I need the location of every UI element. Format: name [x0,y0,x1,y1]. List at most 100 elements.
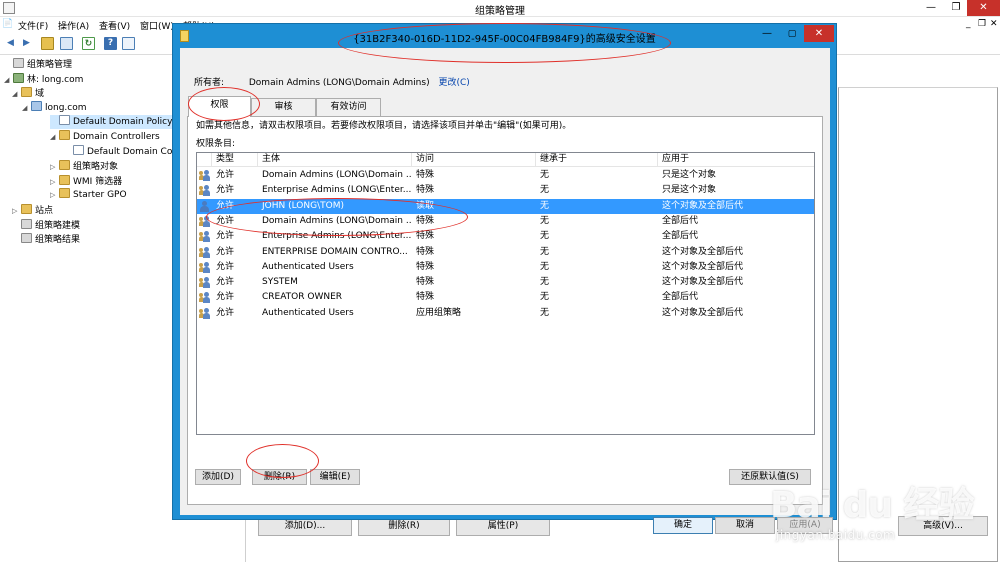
group-icon [199,261,211,273]
bg-advanced-button[interactable]: 高级(V)... [898,516,988,536]
cell-applies: 这个对象及全部后代 [662,246,744,257]
restore-defaults-button[interactable]: 还原默认值(S) [729,469,811,485]
tree-item[interactable]: ◢ 林: long.com [4,72,83,86]
forward-arrow-icon[interactable]: ▶ [20,37,33,50]
table-row[interactable]: 允许 CREATOR OWNER 特殊 无 全部后代 [197,290,814,305]
tree-item-label: 组策略管理 [27,60,73,70]
header-access[interactable]: 访问 [412,153,536,167]
cell-applies: 只是这个对象 [662,170,717,180]
remove-entry-button[interactable]: 删除(R) [252,469,307,485]
table-row[interactable]: 允许 Enterprise Admins (LONG\Enter... 特殊 无 全部后… [197,229,814,244]
edit-entry-button[interactable]: 编辑(E) [310,469,360,485]
tab-effective-access[interactable]: 有效访问 [316,98,381,117]
mdi-minimize-icon[interactable]: _ [966,19,971,29]
maximize-button[interactable]: ❐ [944,0,968,16]
group-icon [199,231,211,243]
header-type[interactable]: 类型 [212,153,258,167]
tree-item[interactable]: ◢ long.com [22,100,87,115]
owner-change-link[interactable]: 更改(C) [438,78,469,88]
table-header: 类型 主体 访问 继承于 应用于 [197,153,814,167]
tree-item[interactable]: ▷ 站点 [12,203,53,217]
root-icon [21,233,32,244]
minimize-button[interactable]: — [919,0,943,16]
back-arrow-icon[interactable]: ◀ [4,37,17,50]
tree-expander-icon[interactable]: ▷ [50,191,59,199]
cell-access: 特殊 [416,231,435,242]
tree-item[interactable]: Default Domain Policy [50,115,173,130]
cell-principal: Domain Admins (LONG\Domain ... [262,170,412,180]
close-button[interactable]: ✕ [967,0,1000,16]
cell-applies: 这个对象及全部后代 [662,277,744,288]
cancel-button[interactable]: 取消 [715,517,775,534]
menu-file[interactable]: 文件(F) [18,19,48,32]
refresh-icon[interactable]: ↻ [82,37,95,50]
table-row[interactable]: 允许 JOHN (LONG\TOM) 读取 无 这个对象及全部后代 [197,198,814,214]
menu-window[interactable]: 窗口(W) [140,19,174,32]
cell-principal: CREATOR OWNER [262,292,343,303]
cell-applies: 这个对象及全部后代 [662,307,744,318]
tree-expander-icon[interactable]: ▷ [50,163,59,171]
header-inherited[interactable]: 继承于 [536,153,658,167]
show-tree-icon[interactable] [60,37,73,50]
dialog-maximize-button[interactable]: ▢ [781,27,803,41]
cell-type: 允许 [216,185,235,196]
tree-expander-icon[interactable]: ◢ [22,104,31,112]
tree-expander-icon[interactable]: ◢ [50,133,59,141]
folder-icon [21,87,32,98]
folder-icon [59,130,70,140]
tree-expander-icon[interactable]: ◢ [4,76,13,84]
cell-principal: Authenticated Users [262,261,354,272]
table-row[interactable]: 允许 Domain Admins (LONG\Domain ... 特殊 无 只是这个对… [197,168,814,183]
group-icon [199,215,211,227]
tree-item[interactable]: Default Domain Con [64,144,178,159]
header-principal[interactable]: 主体 [258,153,412,167]
table-row[interactable]: 允许 ENTERPRISE DOMAIN CONTRO... 特殊 无 这个对象及全部后… [197,245,814,260]
dialog-close-button[interactable]: ✕ [804,25,834,42]
group-icon [199,277,211,289]
tree-expander-icon[interactable]: ▷ [50,178,59,186]
mdi-restore-icon[interactable]: ❐ [978,19,986,29]
mdi-close-icon[interactable]: ✕ [990,19,998,29]
cell-applies: 全部后代 [662,292,699,303]
cell-principal: SYSTEM [262,277,298,288]
tree-item-label: WMI 筛选器 [73,176,123,187]
details-pane-frame [838,87,998,562]
info-text: 如需其他信息，请双击权限项目。若要修改权限项目，请选择该项目并单击"编辑"(如果… [196,121,572,131]
permission-entries-table[interactable]: 类型 主体 访问 继承于 应用于 允许 Domain Admins (LONG\D… [196,152,815,435]
tree-expander-icon[interactable]: ◢ [12,90,21,98]
tree-item-label: 组策略结果 [35,235,81,246]
cell-access: 特殊 [416,246,435,257]
menu-view[interactable]: 查看(V) [99,19,130,32]
ok-button[interactable]: 确定 [653,517,713,534]
cell-type: 允许 [216,307,235,318]
tree-item[interactable]: ◢ 域 [12,86,44,100]
table-row[interactable]: 允许 Domain Admins (LONG\Domain ... 特殊 无 全部后代 [197,214,814,229]
table-row[interactable]: 允许 SYSTEM 特殊 无 这个对象及全部后代 [197,275,814,290]
table-row[interactable]: 允许 Authenticated Users 特殊 无 这个对象及全部后代 [197,260,814,275]
owner-value: Domain Admins (LONG\Domain Admins) [248,78,430,88]
table-row[interactable]: 允许 Authenticated Users 应用组策略 无 这个对象及全部后代 [197,306,814,321]
tree-item[interactable]: ▷ 组策略对象 [50,159,118,173]
tree-item[interactable]: 组策略管理 [4,57,72,71]
tree-item[interactable]: 组策略结果 [12,232,80,246]
cell-inherited: 无 [540,277,550,288]
cell-type: 允许 [216,261,235,272]
tab-auditing[interactable]: 审核 [251,98,316,117]
help-icon[interactable]: ? [104,37,117,50]
up-folder-icon[interactable] [41,37,54,50]
dialog-minimize-button[interactable]: — [756,27,778,41]
menu-action[interactable]: 操作(A) [58,19,89,32]
tree-item[interactable]: ▷ Starter GPO [50,188,127,202]
tab-permissions[interactable]: 权限 [188,96,251,117]
app-menu-icon[interactable]: 📄 [2,19,13,29]
tree-expander-icon[interactable]: ▷ [12,207,21,215]
header-applies[interactable]: 应用于 [658,153,814,167]
table-row[interactable]: 允许 Enterprise Admins (LONG\Enter... 特殊 无 只是这… [197,183,814,198]
properties-icon[interactable] [122,37,135,50]
apply-button[interactable]: 应用(A) [777,517,833,534]
tree-item[interactable]: ◢ Domain Controllers [50,130,160,144]
tree-item[interactable]: ▷ WMI 筛选器 [50,174,122,188]
tree-item[interactable]: 组策略建模 [12,218,80,232]
add-entry-button[interactable]: 添加(D) [195,469,241,485]
gpo-icon [59,115,70,126]
